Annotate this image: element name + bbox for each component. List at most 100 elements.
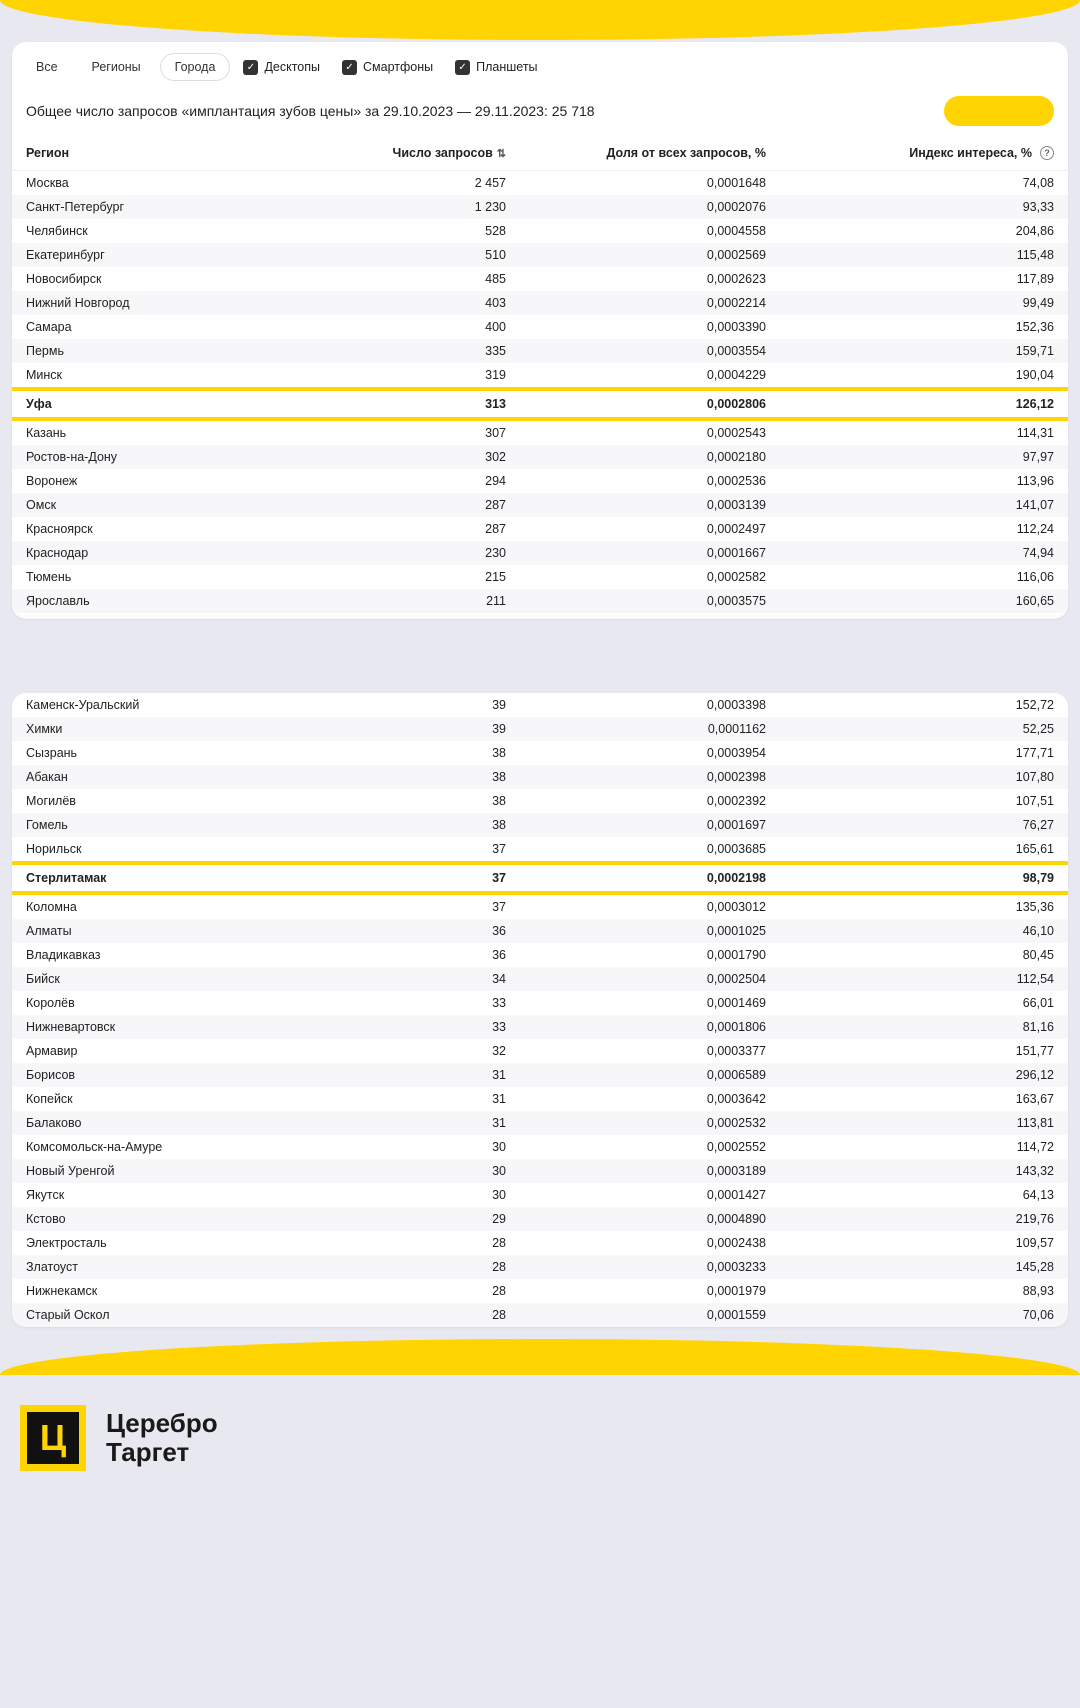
card-shadow [12,613,1068,619]
filter-tabbar: Все Регионы Города ✓ Десктопы ✓ Смартфон… [12,50,1068,90]
table-row: Каменск-Уральский390,0003398152,72 [12,693,1068,717]
cell-index: 113,96 [766,474,1054,488]
col-index[interactable]: Индекс интереса, % ? [766,146,1054,160]
table-row: Воронеж2940,0002536113,96 [12,469,1068,493]
cell-share: 0,0004558 [506,224,766,238]
cell-share: 0,0002569 [506,248,766,262]
cell-index: 64,13 [766,1188,1054,1202]
tab-all[interactable]: Все [22,54,72,80]
cell-requests: 211 [346,594,506,608]
cell-requests: 2 457 [346,176,506,190]
table-row: Сызрань380,0003954177,71 [12,741,1068,765]
col-requests[interactable]: Число запросов ⇅ [346,146,506,160]
cell-region: Каменск-Уральский [26,698,346,712]
cell-region: Тюмень [26,570,346,584]
table-row: Борисов310,0006589296,12 [12,1063,1068,1087]
table-row: Омск2870,0003139141,07 [12,493,1068,517]
table-row: Златоуст280,0003233145,28 [12,1255,1068,1279]
cell-requests: 38 [346,770,506,784]
table-row: Якутск300,000142764,13 [12,1183,1068,1207]
cell-index: 117,89 [766,272,1054,286]
checkbox-label: Планшеты [476,60,537,74]
cell-requests: 1 230 [346,200,506,214]
stats-table-top: Регион Число запросов ⇅ Доля от всех зап… [12,136,1068,613]
cell-region: Новый Уренгой [26,1164,346,1178]
cell-requests: 287 [346,498,506,512]
cell-index: 296,12 [766,1068,1054,1082]
cell-index: 97,97 [766,450,1054,464]
brand-name: Церебро Таргет [106,1409,218,1466]
cell-share: 0,0003233 [506,1260,766,1274]
table-row: Красноярск2870,0002497112,24 [12,517,1068,541]
cell-region: Гомель [26,818,346,832]
table-row: Новый Уренгой300,0003189143,32 [12,1159,1068,1183]
tab-cities[interactable]: Города [161,54,230,80]
decorative-band-bottom [0,1339,1080,1375]
table-row: Тюмень2150,0002582116,06 [12,565,1068,589]
table-row: Копейск310,0003642163,67 [12,1087,1068,1111]
col-share[interactable]: Доля от всех запросов, % [506,146,766,160]
cell-share: 0,0003685 [506,842,766,856]
cell-index: 70,06 [766,1308,1054,1322]
cell-share: 0,0002536 [506,474,766,488]
checkbox-label: Смартфоны [363,60,433,74]
tab-regions[interactable]: Регионы [78,54,155,80]
gap [0,631,1080,681]
checkbox-smartphones[interactable]: ✓ Смартфоны [334,56,441,79]
cell-region: Санкт-Петербург [26,200,346,214]
table-row: Ярославль2110,0003575160,65 [12,589,1068,613]
checkbox-tablets[interactable]: ✓ Планшеты [447,56,545,79]
table-row: Челябинск5280,0004558204,86 [12,219,1068,243]
cell-region: Абакан [26,770,346,784]
cell-requests: 39 [346,698,506,712]
table-row: Минск3190,0004229190,04 [12,363,1068,387]
cell-share: 0,0002543 [506,426,766,440]
cell-share: 0,0001469 [506,996,766,1010]
checkbox-desktops[interactable]: ✓ Десктопы [235,56,328,79]
table-row: Нижневартовск330,000180681,16 [12,1015,1068,1039]
cell-index: 66,01 [766,996,1054,1010]
stats-table-bottom: Каменск-Уральский390,0003398152,72Химки3… [12,693,1068,1327]
cell-region: Старый Оскол [26,1308,346,1322]
cell-region: Якутск [26,1188,346,1202]
cell-share: 0,0002552 [506,1140,766,1154]
table-row: Стерлитамак370,000219898,79 [12,861,1068,895]
table-row: Нижний Новгород4030,000221499,49 [12,291,1068,315]
cell-requests: 31 [346,1116,506,1130]
table-row: Армавир320,0003377151,77 [12,1039,1068,1063]
cell-share: 0,0002806 [506,397,766,411]
cell-share: 0,0006589 [506,1068,766,1082]
cell-index: 135,36 [766,900,1054,914]
cell-share: 0,0001790 [506,948,766,962]
cell-index: 114,31 [766,426,1054,440]
cell-index: 116,06 [766,570,1054,584]
cell-share: 0,0002504 [506,972,766,986]
cell-region: Нижний Новгород [26,296,346,310]
cell-index: 93,33 [766,200,1054,214]
action-button[interactable] [944,96,1054,126]
col-region[interactable]: Регион [26,146,346,160]
cell-region: Владикавказ [26,948,346,962]
cell-requests: 36 [346,924,506,938]
stats-card-bottom: Каменск-Уральский390,0003398152,72Химки3… [12,693,1068,1327]
table-row: Казань3070,0002543114,31 [12,421,1068,445]
cell-share: 0,0004229 [506,368,766,382]
cell-region: Нижнекамск [26,1284,346,1298]
cell-share: 0,0003139 [506,498,766,512]
cell-share: 0,0002438 [506,1236,766,1250]
table-row: Москва2 4570,000164874,08 [12,171,1068,195]
help-icon[interactable]: ? [1040,146,1054,160]
cell-share: 0,0001697 [506,818,766,832]
cell-region: Краснодар [26,546,346,560]
cell-index: 114,72 [766,1140,1054,1154]
cell-share: 0,0002198 [506,871,766,885]
cell-index: 98,79 [766,871,1054,885]
cell-requests: 28 [346,1236,506,1250]
cell-region: Химки [26,722,346,736]
table-row: Могилёв380,0002392107,51 [12,789,1068,813]
table-row: Санкт-Петербург1 2300,000207693,33 [12,195,1068,219]
brand-row: Ц Церебро Таргет [0,1395,1080,1511]
cell-index: 115,48 [766,248,1054,262]
table-row: Гомель380,000169776,27 [12,813,1068,837]
table-row: Нижнекамск280,000197988,93 [12,1279,1068,1303]
